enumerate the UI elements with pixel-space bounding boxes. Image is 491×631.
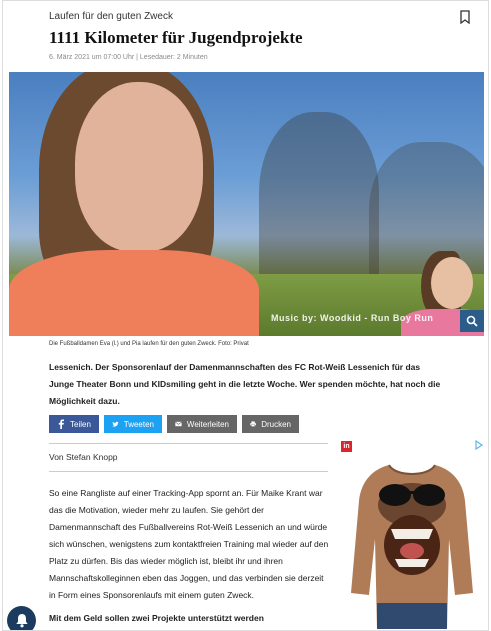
divider — [49, 471, 328, 472]
print-label: Drucken — [261, 419, 291, 429]
article-image[interactable]: Music by: Woodkid - Run Boy Run — [9, 72, 484, 336]
twitter-icon — [112, 421, 119, 427]
magnifier-icon — [466, 315, 478, 327]
mail-icon — [175, 421, 182, 427]
article-kicker: Laufen für den guten Zweck — [49, 11, 173, 22]
share-forward-label: Weiterleiten — [186, 419, 229, 429]
article-lead: Lessenich. Der Sponsorenlauf der Damenma… — [49, 362, 441, 406]
ad-choices-icon[interactable] — [474, 439, 484, 451]
article-body: So eine Rangliste auf einer Tracking-App… — [49, 488, 329, 600]
tree-shape — [259, 112, 379, 292]
share-twitter-label: Tweeten — [123, 419, 154, 429]
advertisement[interactable]: in — [338, 437, 486, 629]
divider — [49, 443, 328, 444]
article-subhead: Mit dem Geld sollen zwei Projekte unters… — [49, 613, 264, 623]
image-zoom-button[interactable] — [460, 310, 484, 332]
bookmark-icon[interactable] — [459, 10, 471, 25]
tshirt-image — [351, 464, 473, 629]
image-caption: Die Fußballdamen Eva (l.) und Pia laufen… — [49, 341, 249, 347]
image-watermark: Music by: Woodkid - Run Boy Run — [271, 313, 434, 323]
share-facebook-button[interactable]: Teilen — [49, 415, 99, 433]
printer-icon — [250, 421, 256, 427]
share-facebook-label: Teilen — [70, 419, 91, 429]
runner-left — [9, 72, 259, 336]
article-page: Laufen für den guten Zweck 1111 Kilomete… — [2, 0, 489, 631]
notification-button[interactable] — [7, 606, 36, 630]
share-forward-button[interactable]: Weiterleiten — [167, 415, 237, 433]
article-meta: 6. März 2021 um 07:00 Uhr | Lesedauer: 2… — [49, 54, 208, 61]
article-author: Von Stefan Knopp — [49, 452, 118, 462]
share-bar: Teilen Tweeten Weiterleiten Drucken — [49, 415, 299, 433]
bell-icon — [15, 614, 28, 628]
print-button[interactable]: Drucken — [242, 415, 299, 433]
share-twitter-button[interactable]: Tweeten — [104, 415, 162, 433]
facebook-icon — [58, 419, 64, 429]
article-title: 1111 Kilometer für Jugendprojekte — [49, 28, 303, 47]
